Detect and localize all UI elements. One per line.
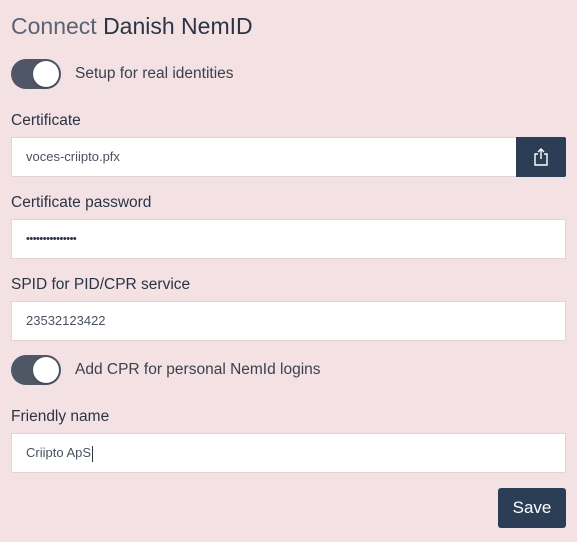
certificate-upload-button[interactable] [516,137,566,177]
save-button[interactable]: Save [498,488,566,528]
friendly-name-value: Criipto ApS [26,445,92,460]
spid-field[interactable]: 23532123422 [11,301,566,341]
certificate-password-label: Certificate password [11,194,152,211]
toggle-knob [33,357,59,383]
certificate-field[interactable]: voces-criipto.pfx [11,137,517,177]
friendly-name-field[interactable]: Criipto ApS [11,433,566,473]
cpr-toggle[interactable] [11,355,61,385]
cpr-toggle-label: Add CPR for personal NemId logins [75,361,321,378]
real-identities-toggle-label: Setup for real identities [75,65,234,82]
friendly-name-label: Friendly name [11,408,110,425]
page-title-main: Danish NemID [103,13,253,39]
spid-label: SPID for PID/CPR service [11,276,191,293]
certificate-label: Certificate [11,112,81,129]
certificate-password-field[interactable]: ••••••••••••••• [11,219,566,259]
text-caret [92,445,94,462]
page-title: Connect Danish NemID [11,11,253,41]
share-upload-icon [534,148,548,166]
real-identities-toggle[interactable] [11,59,61,89]
toggle-knob [33,61,59,87]
page-title-prefix: Connect [11,13,97,39]
